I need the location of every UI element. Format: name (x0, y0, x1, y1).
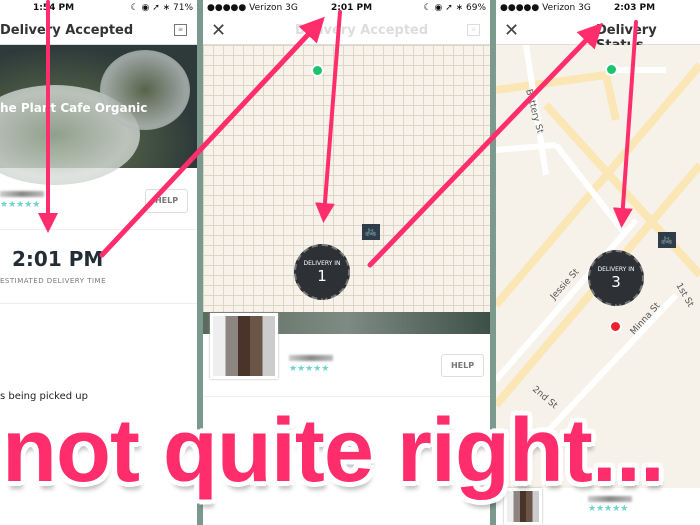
arrow (99, 16, 325, 258)
arrow (367, 22, 603, 268)
annotation-caption: not quite right... (2, 401, 665, 501)
arrow (314, 10, 342, 223)
arrow (612, 20, 638, 228)
